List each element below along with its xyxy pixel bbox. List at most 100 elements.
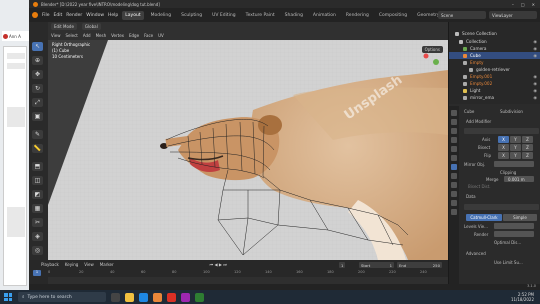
scene-selector[interactable]: Scene	[438, 11, 486, 19]
add-modifier-button[interactable]: Add Modifier	[466, 119, 491, 124]
knife-tool-icon[interactable]: ✂	[32, 218, 43, 227]
eye-icon[interactable]: ◉	[533, 53, 537, 58]
taskbar-search[interactable]: ⌕ Type here to search	[18, 292, 106, 302]
extrude-tool-icon[interactable]: ⬒	[32, 162, 43, 171]
rotate-tool-icon[interactable]: ↻	[32, 84, 43, 93]
workspace-tab-shading[interactable]: Shading	[282, 11, 306, 20]
menu-help[interactable]: Help	[108, 13, 118, 18]
render-tab-icon[interactable]	[451, 119, 457, 125]
subdivision-modifier-header[interactable]	[464, 204, 539, 210]
browser-tab[interactable]: Ann A	[2, 31, 29, 41]
current-frame-field[interactable]: 1	[339, 262, 346, 268]
measure-tool-icon[interactable]: 📏	[32, 144, 43, 153]
menu-render[interactable]: Render	[66, 13, 82, 18]
viewport-menu-vertex[interactable]: Vertex	[111, 33, 124, 38]
workspace-tab-sculpting[interactable]: Sculpting	[178, 11, 205, 20]
eye-icon[interactable]: ◉	[533, 81, 537, 86]
eye-icon[interactable]: ◉	[533, 95, 537, 100]
timeline-menu-view[interactable]: View	[84, 262, 94, 267]
maximize-icon[interactable]: □	[521, 2, 525, 7]
simple-button[interactable]: Simple	[503, 214, 537, 221]
timeline-menu-keying[interactable]: Keying	[65, 262, 78, 267]
file-explorer-icon[interactable]	[125, 292, 134, 302]
bisect-y-toggle[interactable]: Y	[510, 144, 521, 151]
loop-cut-tool-icon[interactable]: ▦	[32, 204, 43, 213]
flip-x-toggle[interactable]: X	[498, 152, 509, 159]
workspace-tab-animation[interactable]: Animation	[310, 11, 339, 20]
inset-tool-icon[interactable]: ◫	[32, 176, 43, 185]
viewport-menu-select[interactable]: Select	[66, 33, 78, 38]
spin-tool-icon[interactable]: ◎	[32, 246, 43, 255]
bisect-z-toggle[interactable]: Z	[522, 144, 533, 151]
outliner-row[interactable]: Light ◉	[449, 87, 540, 94]
render-levels-field[interactable]	[494, 231, 534, 237]
flip-y-toggle[interactable]: Y	[510, 152, 521, 159]
select-tool-icon[interactable]: ↖	[32, 42, 43, 51]
transform-orientation[interactable]: Global	[81, 23, 101, 30]
outliner-row[interactable]: Empty	[449, 59, 540, 66]
material-tab-icon[interactable]	[451, 209, 457, 215]
tool-tab-icon[interactable]	[451, 110, 457, 116]
axis-z-toggle[interactable]: Z	[522, 136, 533, 143]
workspace-tab-layout[interactable]: Layout	[122, 10, 144, 20]
timeline-ruler[interactable]: 0 20 40 60 80 100 120 140 160 180 200 220 240	[48, 270, 448, 276]
minimize-icon[interactable]: –	[512, 2, 514, 7]
workspace-tab-compositing[interactable]: Compositing	[376, 11, 410, 20]
clipping-checkbox[interactable]: Clipping	[500, 170, 516, 175]
timeline-menu-marker[interactable]: Marker	[100, 262, 114, 267]
options-dropdown[interactable]: Options	[421, 46, 443, 53]
app-icon[interactable]	[181, 292, 190, 302]
data-subpanel[interactable]: Data	[466, 194, 476, 199]
playhead[interactable]: 1	[33, 270, 41, 276]
annotate-tool-icon[interactable]: ✎	[32, 130, 43, 139]
merge-distance-field[interactable]: 0.001 m	[504, 176, 534, 182]
playback-controls[interactable]: ⏮ ◀ ▶ ⏭	[210, 262, 227, 267]
viewport-menu-view[interactable]: View	[51, 33, 61, 38]
workspace-tab-modeling[interactable]: Modeling	[148, 11, 174, 20]
physics-tab-icon[interactable]	[451, 182, 457, 188]
scale-tool-icon[interactable]: ⤢	[32, 98, 43, 107]
eye-icon[interactable]: ◉	[533, 74, 537, 79]
modifier-tab-icon[interactable]	[451, 164, 457, 170]
outliner-row[interactable]: Scene Collection	[449, 30, 540, 37]
outliner-row[interactable]: mirror_ema ◉	[449, 94, 540, 101]
data-tab-icon[interactable]	[451, 200, 457, 206]
view-layer-selector[interactable]: ViewLayer	[489, 11, 537, 19]
outliner-row[interactable]: Empty.002 ◉	[449, 80, 540, 87]
move-tool-icon[interactable]: ✥	[32, 70, 43, 79]
catmull-clark-button[interactable]: Catmull-Clark	[466, 214, 502, 221]
eye-icon[interactable]: ◉	[533, 46, 537, 51]
viewport-menu-mesh[interactable]: Mesh	[96, 33, 107, 38]
3d-viewport[interactable]: Unsplash Right Orthographic (1) Cube 10 …	[48, 40, 448, 260]
particles-tab-icon[interactable]	[451, 173, 457, 179]
object-tab-icon[interactable]	[451, 155, 457, 161]
windows-start-icon[interactable]	[4, 293, 12, 301]
viewport-menu-add[interactable]: Add	[83, 33, 91, 38]
mirror-object-field[interactable]	[494, 161, 534, 167]
outliner-row[interactable]: golden-retriever	[449, 66, 540, 73]
task-view-icon[interactable]	[111, 292, 120, 302]
axis-x-toggle[interactable]: X	[498, 136, 509, 143]
start-frame-field[interactable]: Start 1	[359, 262, 394, 268]
outliner-row-selected[interactable]: Cube ◉	[449, 52, 540, 59]
bisect-x-toggle[interactable]: X	[498, 144, 509, 151]
advanced-subpanel[interactable]: Advanced	[466, 251, 486, 256]
end-frame-field[interactable]: End 250	[397, 262, 442, 268]
workspace-tab-texture-paint[interactable]: Texture Paint	[243, 11, 278, 20]
blender-menu-icon[interactable]	[32, 12, 38, 18]
eye-icon[interactable]: ◉	[533, 39, 537, 44]
eye-icon[interactable]: ◉	[533, 88, 537, 93]
mirror-modifier-header[interactable]	[464, 128, 539, 134]
mode-selector[interactable]: Edit Mode	[51, 23, 77, 30]
system-tray[interactable]: 2:52 PM 11/18/2022	[511, 292, 540, 302]
viewport-menu-face[interactable]: Face	[144, 33, 153, 38]
menu-file[interactable]: File	[42, 13, 50, 18]
app-icon[interactable]	[195, 292, 204, 302]
blender-taskbar-icon[interactable]	[153, 292, 162, 302]
bevel-tool-icon[interactable]: ◩	[32, 190, 43, 199]
workspace-tab-rendering[interactable]: Rendering	[343, 11, 372, 20]
outliner-row[interactable]: Camera ◉	[449, 45, 540, 52]
timeline-menu-playback[interactable]: Playback	[41, 262, 59, 267]
world-tab-icon[interactable]	[451, 146, 457, 152]
viewport-menu-edge[interactable]: Edge	[129, 33, 139, 38]
